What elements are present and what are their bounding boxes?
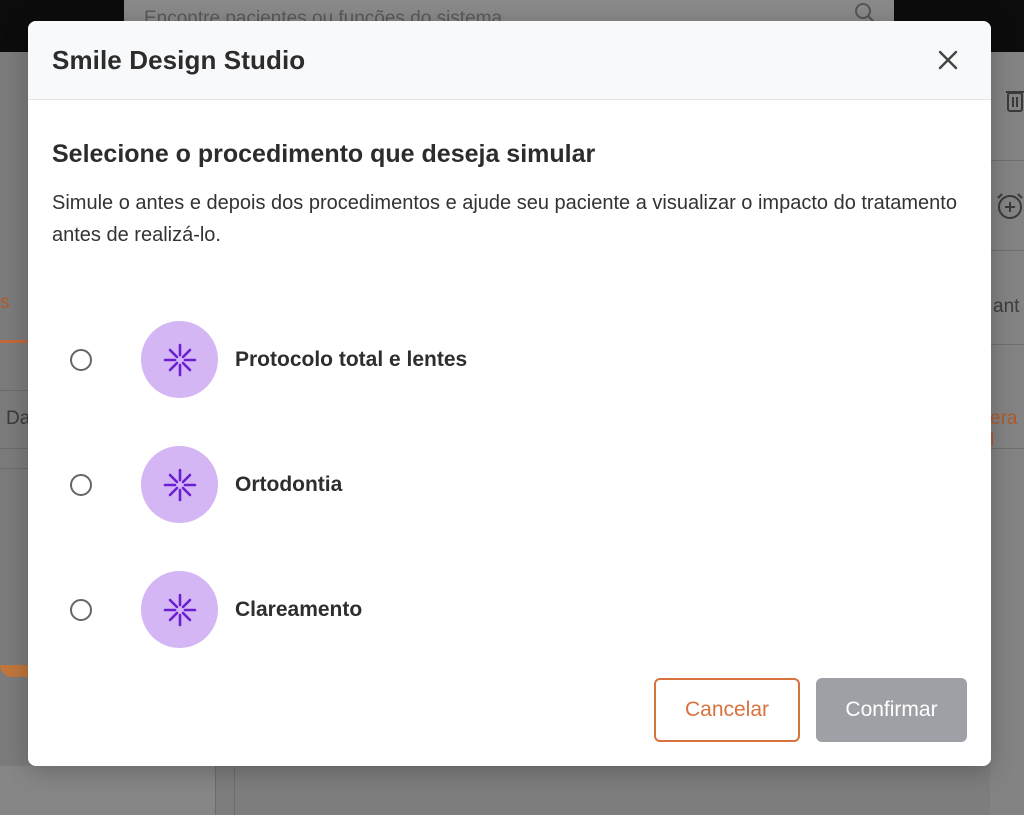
background-divider xyxy=(0,448,28,449)
close-icon[interactable] xyxy=(933,45,963,75)
dialog-title: Smile Design Studio xyxy=(52,44,306,75)
background-text-fragment: ant xyxy=(993,296,1020,317)
radio-button[interactable] xyxy=(70,598,92,621)
background-divider xyxy=(0,390,28,391)
background-left-panel xyxy=(0,52,24,815)
background-divider xyxy=(990,344,1024,345)
procedure-option-label: Protocolo total e lentes xyxy=(235,347,468,371)
procedure-option-label: Ortodontia xyxy=(235,472,343,496)
background-tab-underline xyxy=(0,340,28,343)
dialog-heading: Selecione o procedimento que deseja simu… xyxy=(52,140,596,168)
dialog-footer: Cancelar Confirmar xyxy=(654,678,967,742)
sparkle-icon xyxy=(141,571,218,648)
background-link-fragment: era l xyxy=(990,408,1018,451)
dialog-body: Selecione o procedimento que deseja simu… xyxy=(28,100,991,672)
procedure-option-clareamento[interactable]: Clareamento xyxy=(52,547,967,672)
radio-button[interactable] xyxy=(70,348,92,371)
cancel-button[interactable]: Cancelar xyxy=(654,678,800,742)
sparkle-icon xyxy=(141,446,218,523)
background-tab-fragment: s xyxy=(0,292,10,313)
background-divider xyxy=(990,250,1024,251)
dialog-description: Simule o antes e depois dos procedimento… xyxy=(52,192,957,246)
alarm-add-icon[interactable] xyxy=(996,192,1024,225)
background-divider xyxy=(234,766,235,815)
procedure-option-protocolo[interactable]: Protocolo total e lentes xyxy=(52,297,967,422)
dialog-header: Smile Design Studio xyxy=(28,21,991,100)
background-divider xyxy=(0,468,28,469)
procedure-options: Protocolo total e lentes Ortodontia Clar… xyxy=(52,297,967,672)
background-divider xyxy=(990,160,1024,161)
confirm-button[interactable]: Confirmar xyxy=(816,678,967,742)
procedure-option-ortodontia[interactable]: Ortodontia xyxy=(52,422,967,547)
procedure-simulation-dialog: Smile Design Studio Selecione o procedim… xyxy=(28,21,991,766)
radio-button[interactable] xyxy=(70,473,92,496)
trash-icon[interactable] xyxy=(1006,88,1024,117)
background-card xyxy=(0,766,216,815)
procedure-option-label: Clareamento xyxy=(235,597,363,621)
background-row-fragment: Da xyxy=(6,408,31,429)
sparkle-icon xyxy=(141,321,218,398)
